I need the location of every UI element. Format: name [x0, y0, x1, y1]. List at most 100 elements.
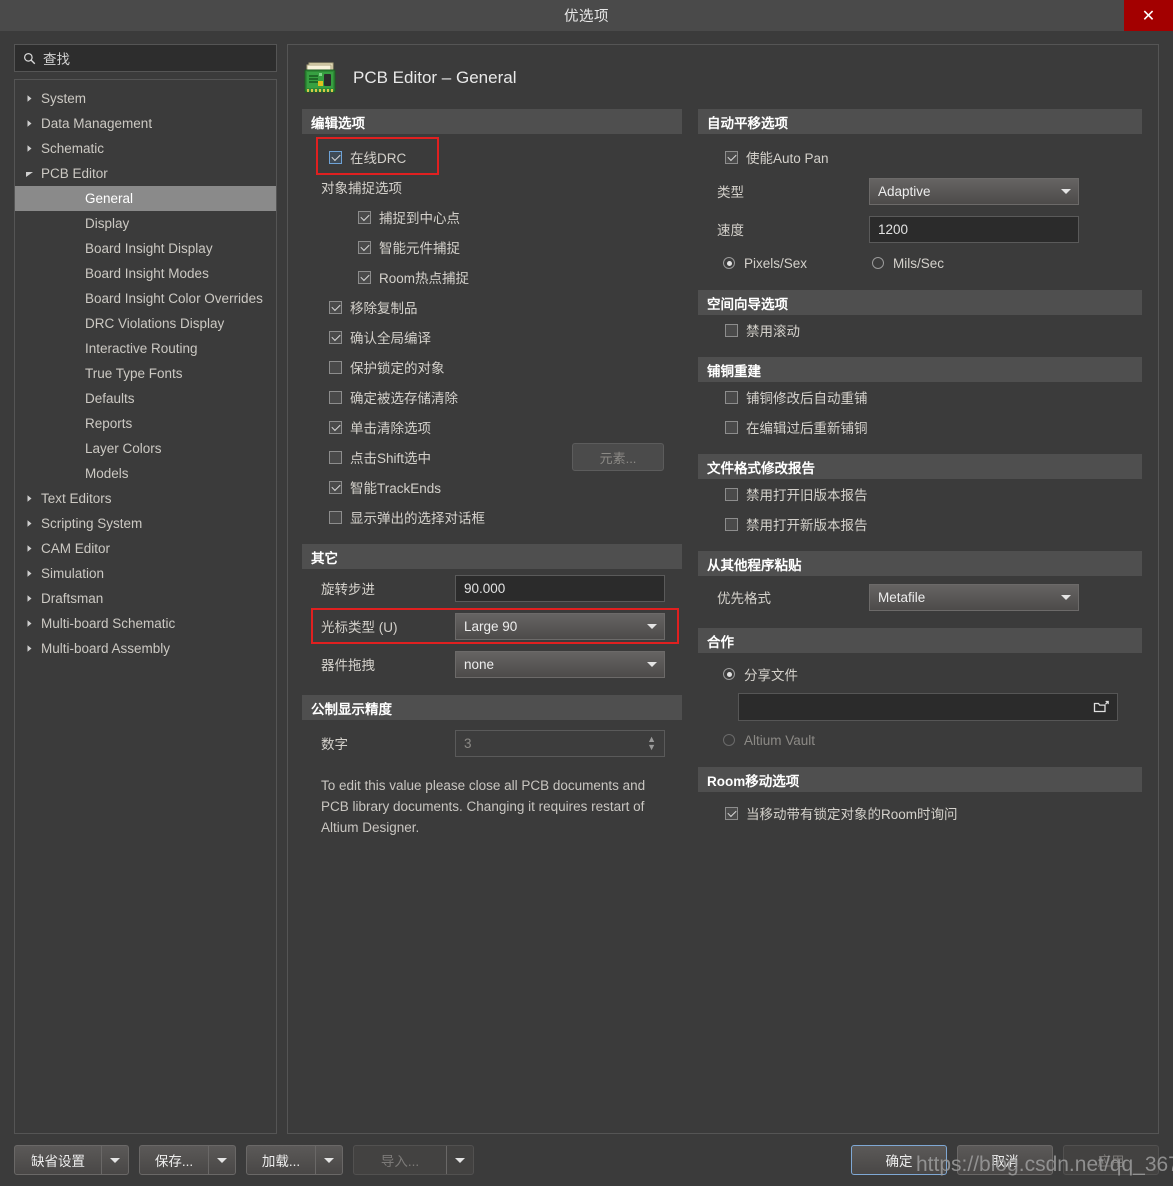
sidebar-item-models[interactable]: Models	[15, 461, 276, 486]
sidebar-item-system[interactable]: System	[15, 86, 276, 111]
sidebar-item-true-type-fonts[interactable]: True Type Fonts	[15, 361, 276, 386]
sidebar-item-display[interactable]: Display	[15, 211, 276, 236]
checkbox-online-drc[interactable]: 在线DRC	[302, 142, 682, 172]
autopan-style-label: 类型	[717, 185, 744, 200]
sidebar-item-schematic[interactable]: Schematic	[15, 136, 276, 161]
sidebar-item-scripting-system[interactable]: Scripting System	[15, 511, 276, 536]
checkbox-box	[358, 210, 371, 224]
checkbox-row[interactable]: 显示弹出的选择对话框	[302, 502, 682, 532]
sidebar-item-label: Board Insight Color Overrides	[85, 291, 263, 306]
editing-options-list: 移除复制品 确认全局编译 保护锁定的对象 确定被选存储清除 单击清除选项 点击Shift选…	[302, 292, 682, 532]
sidebar-item-label: Data Management	[41, 116, 153, 131]
checkbox-row[interactable]: 当移动带有锁定对象的Room时询问	[698, 798, 1142, 828]
sidebar-item-layer-colors[interactable]: Layer Colors	[15, 436, 276, 461]
checkbox-label: Room热点捕捉	[379, 271, 470, 286]
checkbox-row[interactable]: 确定被选存储清除	[302, 382, 682, 412]
checkbox-row[interactable]: 单击清除选项	[302, 412, 682, 442]
folder-open-icon[interactable]	[1093, 700, 1109, 715]
chevron-right-icon	[25, 494, 41, 503]
checkbox-row[interactable]: 禁用打开新版本报告	[698, 509, 1142, 539]
group-header-file-format: 文件格式修改报告	[698, 454, 1142, 479]
checkbox-row[interactable]: 保护锁定的对象	[302, 352, 682, 382]
checkbox-label: 点击Shift选中	[350, 451, 432, 466]
checkbox-row[interactable]: 禁用打开旧版本报告	[698, 479, 1142, 509]
chevron-down-icon[interactable]	[208, 1146, 235, 1174]
sidebar-item-general[interactable]: General	[15, 186, 276, 211]
checkbox-row[interactable]: 智能元件捕捉	[302, 232, 682, 262]
rotation-step-input[interactable]: 90.000	[455, 574, 665, 602]
checkbox-row[interactable]: 确认全局编译	[302, 322, 682, 352]
sidebar-item-simulation[interactable]: Simulation	[15, 561, 276, 586]
sidebar-item-cam-editor[interactable]: CAM Editor	[15, 536, 276, 561]
checkbox-box	[725, 517, 738, 531]
group-header-other: 其它	[302, 544, 682, 569]
sidebar-item-reports[interactable]: Reports	[15, 411, 276, 436]
sidebar-item-interactive-routing[interactable]: Interactive Routing	[15, 336, 276, 361]
checkbox-row[interactable]: 在编辑过后重新铺铜	[698, 412, 1142, 442]
chevron-down-icon[interactable]	[315, 1146, 342, 1174]
close-icon[interactable]: ✕	[1124, 0, 1173, 31]
group-header-autopan: 自动平移选项	[698, 109, 1142, 134]
defaults-button[interactable]: 缺省设置	[14, 1145, 129, 1175]
preferences-dialog: 优选项 ✕ 查找 System Data Management Schematic P…	[0, 0, 1173, 1186]
sidebar-item-label: Board Insight Display	[85, 241, 213, 256]
radio-altium-vault[interactable]: Altium Vault	[698, 725, 1142, 755]
checkbox-row[interactable]: 智能TrackEnds	[302, 472, 682, 502]
checkbox-box	[329, 450, 342, 464]
spinner-icon[interactable]: ▲ ▼	[647, 734, 656, 751]
radio-dot	[723, 734, 735, 746]
autopan-style-select[interactable]: Adaptive	[869, 177, 1079, 205]
checkbox-row[interactable]: 禁用滚动	[698, 315, 1142, 345]
sidebar-item-label: Interactive Routing	[85, 341, 198, 356]
sidebar-item-pcb-editor[interactable]: PCB Editor	[15, 161, 276, 186]
checkbox-row[interactable]: 铺铜修改后自动重铺	[698, 382, 1142, 412]
field-component-drag: 器件拖拽 none	[302, 645, 682, 683]
load-button[interactable]: 加载...	[246, 1145, 343, 1175]
component-drag-label: 器件拖拽	[321, 658, 375, 673]
group-header-editing-options: 编辑选项	[302, 109, 682, 134]
defaults-button-label: 缺省设置	[31, 1154, 85, 1169]
checkbox-row[interactable]: 移除复制品	[302, 292, 682, 322]
sidebar-item-drc-violations-display[interactable]: DRC Violations Display	[15, 311, 276, 336]
rotation-step-label: 旋转步进	[321, 582, 375, 597]
checkbox-enable-autopan[interactable]: 使能Auto Pan	[698, 142, 1142, 172]
share-file-path-input[interactable]	[738, 693, 1118, 721]
save-button[interactable]: 保存...	[139, 1145, 236, 1175]
checkbox-row[interactable]: 点击Shift选中 元素...	[302, 442, 682, 472]
radio-mils-sec[interactable]	[872, 257, 884, 269]
checkbox-row[interactable]: Room热点捕捉	[302, 262, 682, 292]
cancel-button[interactable]: 取消	[957, 1145, 1053, 1175]
chevron-right-icon	[25, 644, 41, 653]
chevron-down-icon[interactable]	[101, 1146, 128, 1174]
paste-priority-select[interactable]: Metafile	[869, 583, 1079, 611]
ok-button[interactable]: 确定	[851, 1145, 947, 1175]
import-button: 导入...	[353, 1145, 474, 1175]
component-drag-select[interactable]: none	[455, 650, 665, 678]
chevron-down-icon	[647, 661, 657, 667]
settings-tree[interactable]: System Data Management Schematic PCB Editor…	[14, 79, 277, 1134]
sidebar-item-text-editors[interactable]: Text Editors	[15, 486, 276, 511]
digits-input: 3 ▲ ▼	[455, 729, 665, 757]
sidebar-item-label: Multi-board Schematic	[41, 616, 176, 631]
sidebar-item-label: Simulation	[41, 566, 105, 581]
checkbox-label: 铺铜修改后自动重铺	[746, 391, 868, 406]
sidebar-item-defaults[interactable]: Defaults	[15, 386, 276, 411]
checkbox-row[interactable]: 捕捉到中心点	[302, 202, 682, 232]
sidebar-item-board-insight-modes[interactable]: Board Insight Modes	[15, 261, 276, 286]
cursor-type-select[interactable]: Large 90	[455, 612, 665, 640]
sidebar-item-multi-board-schematic[interactable]: Multi-board Schematic	[15, 611, 276, 636]
radio-share-file[interactable]: 分享文件	[698, 659, 1142, 689]
field-cursor-type: 光标类型 (U) Large 90	[302, 607, 682, 645]
chevron-right-icon	[25, 544, 41, 553]
checkbox-label: 显示弹出的选择对话框	[350, 511, 485, 526]
sidebar-item-draftsman[interactable]: Draftsman	[15, 586, 276, 611]
radio-pixels-sec[interactable]	[723, 257, 735, 269]
search-input[interactable]: 查找	[14, 44, 277, 72]
sidebar-item-board-insight-color-overrides[interactable]: Board Insight Color Overrides	[15, 286, 276, 311]
sidebar-item-data-management[interactable]: Data Management	[15, 111, 276, 136]
sidebar-item-board-insight-display[interactable]: Board Insight Display	[15, 236, 276, 261]
autopan-speed-input[interactable]: 1200	[869, 215, 1079, 243]
checkbox-box	[725, 420, 738, 434]
sidebar-item-multi-board-assembly[interactable]: Multi-board Assembly	[15, 636, 276, 661]
chevron-down-icon	[1061, 594, 1071, 600]
